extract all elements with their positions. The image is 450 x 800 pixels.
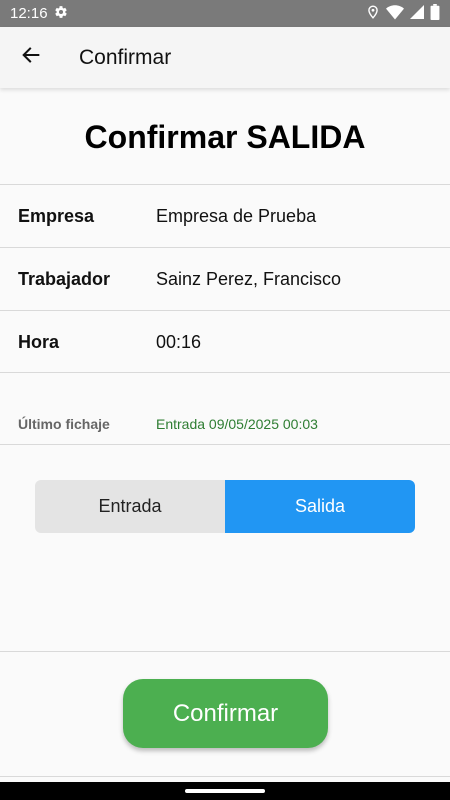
back-button[interactable]: [0, 27, 62, 88]
home-gesture-handle[interactable]: [185, 789, 265, 793]
battery-icon: [430, 3, 440, 24]
app-bar-title: Confirmar: [79, 45, 172, 69]
arrow-left-icon: [20, 44, 42, 71]
settings-icon: [54, 5, 68, 23]
divider: [0, 651, 450, 652]
location-icon: [366, 4, 380, 24]
status-time: 12:16: [10, 5, 48, 22]
signal-icon: [410, 4, 424, 23]
navigation-bar: [0, 782, 450, 800]
confirm-button[interactable]: Confirmar: [123, 679, 328, 748]
detail-value: Empresa de Prueba: [156, 205, 317, 226]
app-bar: Confirmar: [0, 27, 450, 88]
last-record-value: Entrada 09/05/2025 00:03: [156, 416, 318, 432]
toggle-entrada[interactable]: Entrada: [35, 480, 225, 533]
status-bar: 12:16: [0, 0, 450, 27]
divider: [0, 776, 450, 777]
divider: [0, 372, 450, 373]
divider: [0, 444, 450, 445]
detail-row-empresa: Empresa Empresa de Prueba: [0, 185, 450, 247]
detail-label: Trabajador: [18, 268, 111, 289]
last-record-label: Último fichaje: [18, 416, 110, 432]
wifi-icon: [386, 4, 404, 24]
detail-label: Empresa: [18, 205, 95, 226]
entry-exit-toggle: Entrada Salida: [35, 480, 415, 533]
page-title: Confirmar SALIDA: [84, 118, 366, 155]
detail-row-trabajador: Trabajador Sainz Perez, Francisco: [0, 248, 450, 310]
detail-value: 00:16: [156, 331, 202, 352]
detail-row-hora: Hora 00:16: [0, 311, 450, 373]
detail-value: Sainz Perez, Francisco: [156, 268, 342, 289]
last-record-row: Último fichaje Entrada 09/05/2025 00:03: [0, 405, 450, 443]
detail-label: Hora: [18, 331, 60, 352]
toggle-salida[interactable]: Salida: [225, 480, 415, 533]
